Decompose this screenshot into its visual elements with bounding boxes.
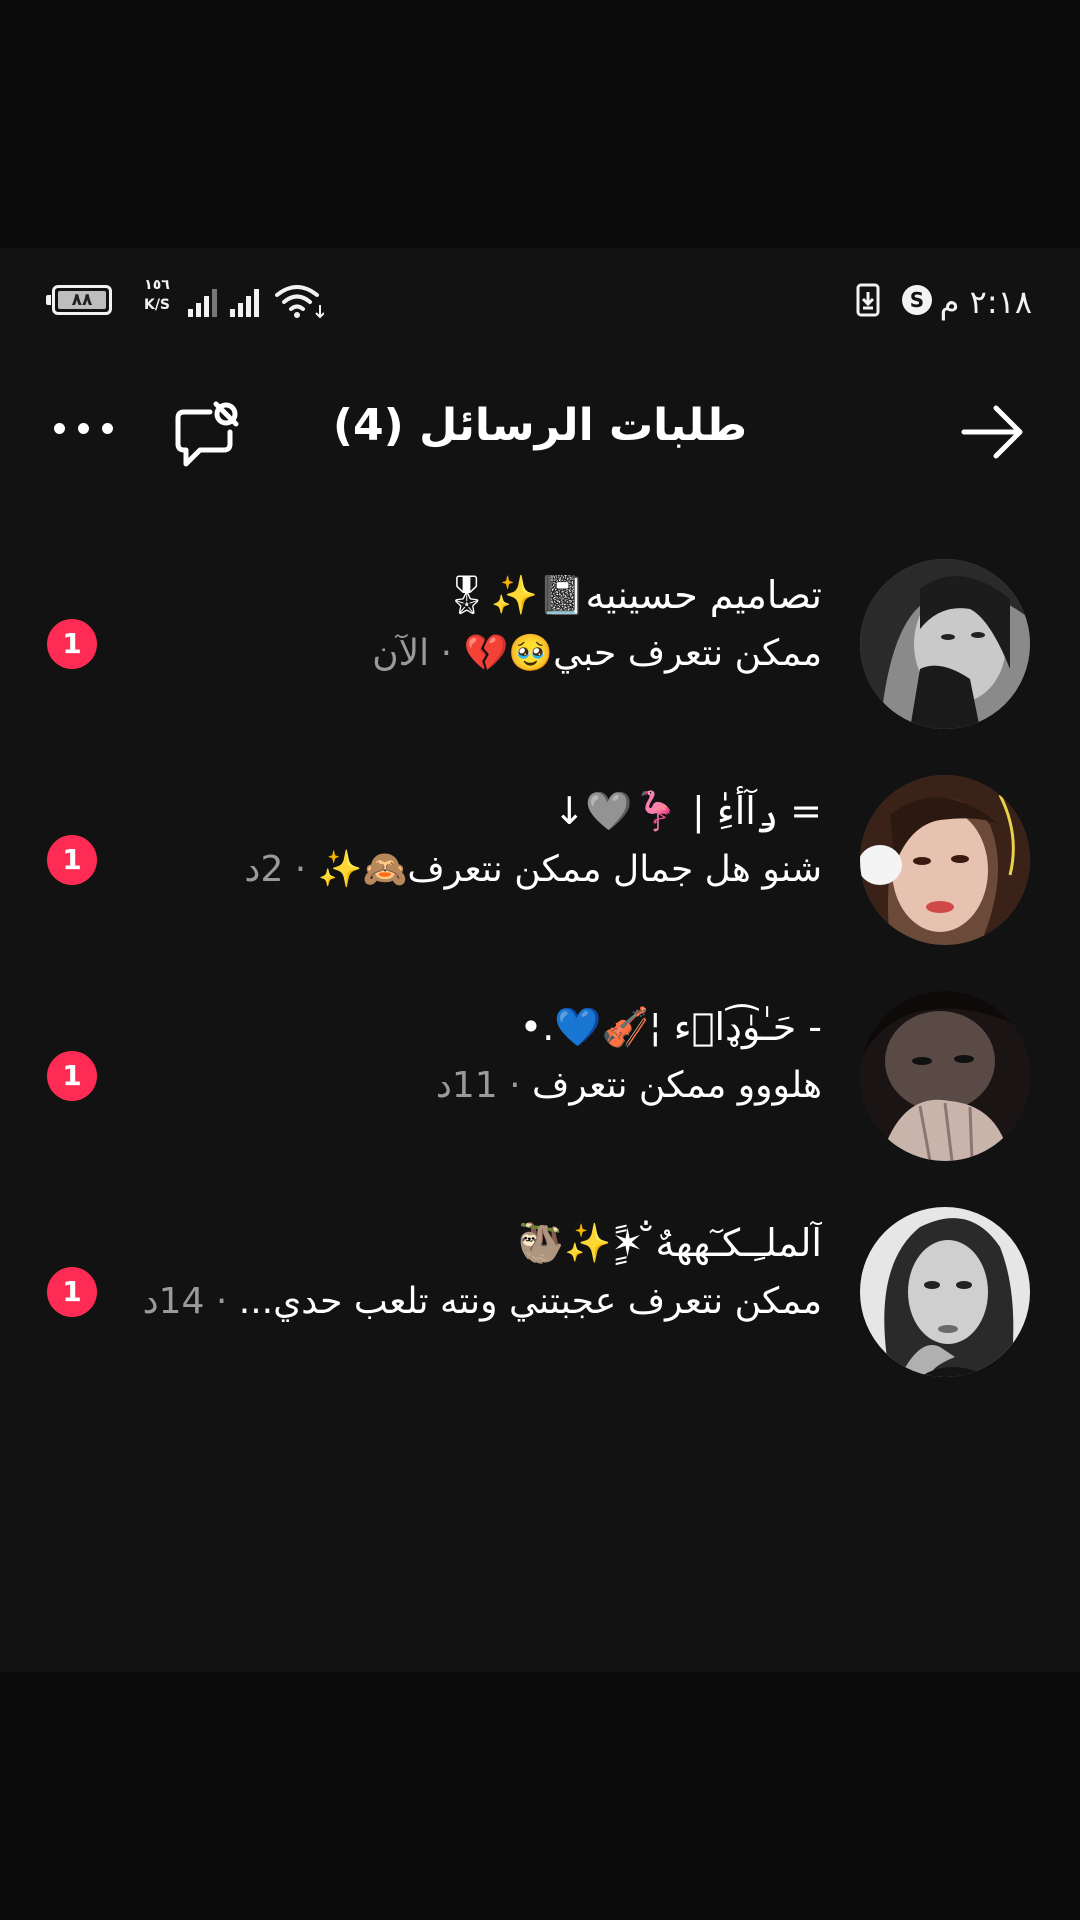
more-icon[interactable] bbox=[52, 418, 116, 438]
request-text: = ݛآأ̍ءِ | 🦩🩶↓ شنو هل جمال ممكن نتعرف🙈✨ … bbox=[122, 783, 822, 901]
unread-badge: 1 bbox=[47, 1051, 97, 1101]
preview-time: 14د bbox=[142, 1281, 205, 1322]
wifi-icon bbox=[275, 285, 324, 319]
preview-separator: · bbox=[497, 1065, 533, 1106]
avatar[interactable] bbox=[860, 991, 1030, 1161]
cell-signal-icon bbox=[188, 289, 217, 317]
request-text: تصاميم حسينيه📓✨🎖 ممكن نتعرف حبي🥹💔 · الآن bbox=[122, 567, 822, 685]
message-preview: شنو هل جمال ممكن نتعرف🙈✨ · 2د bbox=[122, 839, 822, 901]
cell-signal-icon bbox=[230, 289, 259, 317]
message-request-row[interactable]: آلملـِـكـٓهههٌ̐ ✶ًٍ✨🦥 ممكن نتعرف عجبتني … bbox=[0, 1193, 1080, 1393]
battery-icon: ٨٨ bbox=[46, 285, 112, 315]
preview-time: 11د bbox=[435, 1065, 498, 1106]
preview-time: 2د bbox=[244, 849, 284, 890]
message-request-row[interactable]: تصاميم حسينيه📓✨🎖 ممكن نتعرف حبي🥹💔 · الآن… bbox=[0, 545, 1080, 745]
request-text: - حَـٰوٰ͡ډاۜء ¦🎻💙.• هلووو ممكن نتعرف · 1… bbox=[122, 999, 822, 1117]
network-speed-unit: K/S bbox=[143, 297, 171, 313]
page-title: طلبات الرسائل (4) bbox=[332, 400, 748, 451]
s-app-icon: S bbox=[902, 285, 932, 315]
top-black-band bbox=[0, 0, 1080, 248]
download-icon bbox=[856, 283, 880, 317]
unread-badge: 1 bbox=[47, 1267, 97, 1317]
more-dot bbox=[54, 423, 65, 434]
preview-message: شنو هل جمال ممكن نتعرف🙈✨ bbox=[317, 849, 822, 890]
message-request-row[interactable]: = ݛآأ̍ءِ | 🦩🩶↓ شنو هل جمال ممكن نتعرف🙈✨ … bbox=[0, 761, 1080, 961]
message-preview: ممكن نتعرف عجبتني ونته تلعب حدي... · 14د bbox=[122, 1271, 822, 1333]
status-time: ٢:١٨ م bbox=[939, 283, 1032, 321]
sender-name: - حَـٰوٰ͡ډاۜء ¦🎻💙.• bbox=[519, 1005, 822, 1049]
header: طلبات الرسائل (4) bbox=[0, 390, 1080, 470]
network-speed-value: ١٥٦ bbox=[144, 277, 170, 293]
preview-time: الآن bbox=[372, 633, 430, 674]
preview-message: ممكن نتعرف حبي🥹💔 bbox=[463, 633, 822, 674]
message-request-row[interactable]: - حَـٰوٰ͡ډاۜء ¦🎻💙.• هلووو ممكن نتعرف · 1… bbox=[0, 977, 1080, 1177]
message-preview: هلووو ممكن نتعرف · 11د bbox=[122, 1055, 822, 1117]
preview-message: هلووو ممكن نتعرف bbox=[532, 1065, 822, 1106]
sender-name: آلملـِـكـٓهههٌ̐ ✶ًٍ✨🦥 bbox=[516, 1221, 822, 1265]
avatar[interactable] bbox=[860, 775, 1030, 945]
preview-separator: · bbox=[429, 633, 464, 674]
preview-separator: · bbox=[283, 849, 318, 890]
preview-message: ممكن نتعرف عجبتني ونته تلعب حدي... bbox=[238, 1281, 822, 1322]
battery-percent: ٨٨ bbox=[71, 290, 93, 310]
more-dot bbox=[78, 423, 89, 434]
avatar[interactable] bbox=[860, 1207, 1030, 1377]
request-text: آلملـِـكـٓهههٌ̐ ✶ًٍ✨🦥 ممكن نتعرف عجبتني … bbox=[122, 1215, 822, 1333]
unread-badge: 1 bbox=[47, 619, 97, 669]
bottom-black-band bbox=[0, 1672, 1080, 1920]
sender-name: تصاميم حسينيه📓✨🎖 bbox=[442, 573, 822, 617]
message-preview: ممكن نتعرف حبي🥹💔 · الآن bbox=[122, 623, 822, 685]
avatar[interactable] bbox=[860, 559, 1030, 729]
unread-badge: 1 bbox=[47, 835, 97, 885]
preview-separator: · bbox=[204, 1281, 239, 1322]
message-settings-icon[interactable] bbox=[170, 396, 244, 470]
network-speed: ١٥٦ K/S bbox=[140, 275, 174, 315]
more-dot bbox=[102, 423, 113, 434]
arrow-icon[interactable] bbox=[960, 404, 1026, 460]
status-bar: ٢:١٨ م S ٨٨ ١٥٦ K/S bbox=[0, 275, 1080, 329]
sender-name: = ݛآأ̍ءِ | 🦩🩶↓ bbox=[553, 789, 822, 833]
